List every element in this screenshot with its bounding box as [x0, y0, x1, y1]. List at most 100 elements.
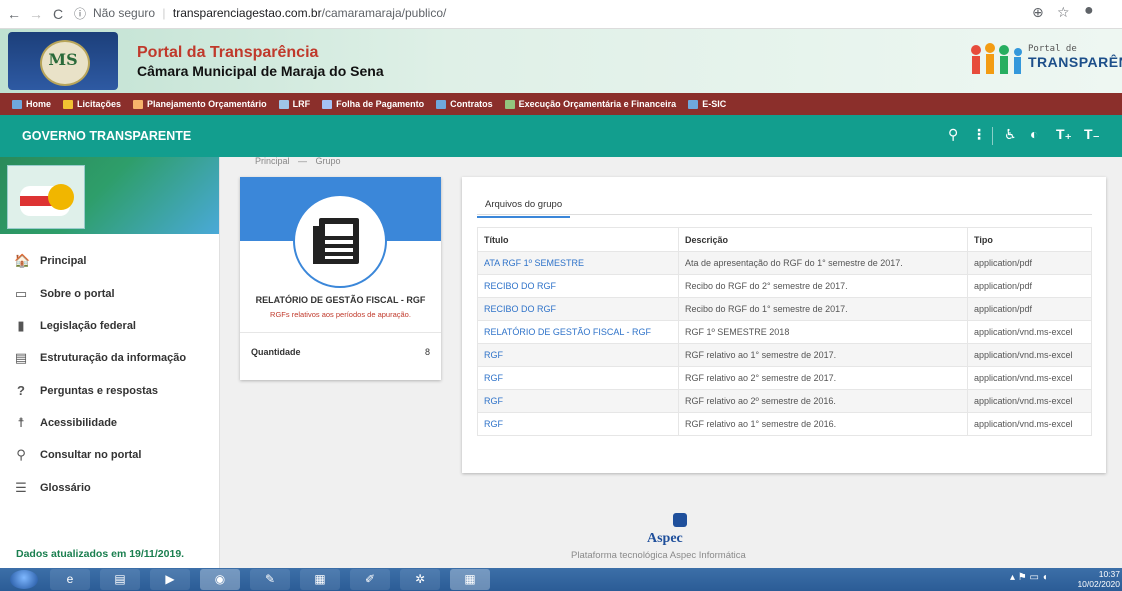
cell-description: RGF relativo ao 1° semestre de 2016. [678, 412, 968, 436]
zoom-icon[interactable]: ⊕ [1032, 4, 1044, 21]
footer-brand[interactable]: Aspec [647, 531, 683, 547]
menu-item-3[interactable]: LRF [278, 99, 310, 109]
contrast-icon[interactable]: ◐ [1030, 126, 1038, 142]
table-row[interactable]: RECIBO DO RGF Recibo do RGF do 2° semestr… [477, 274, 1092, 298]
card-divider [240, 332, 441, 333]
info-icon[interactable]: ⓘ [70, 4, 90, 24]
cell-title[interactable]: RGF [477, 366, 679, 390]
cell-type: application/vnd.ms-excel [967, 366, 1092, 390]
menu-item-6[interactable]: Execução Orçamentária e Financeira [504, 99, 676, 109]
cell-type: application/vnd.ms-excel [967, 320, 1092, 344]
start-button[interactable] [10, 570, 38, 589]
sidebar-item-2[interactable]: ▮ Legislação federal [14, 318, 136, 334]
transparencia-logo[interactable]: Portal de TRANSPARÊNCIA [962, 30, 1122, 88]
aspec-emblem [660, 513, 700, 530]
chrome-icon[interactable]: ◉ [200, 569, 240, 590]
os-taskbar: e ▤ ▶ ◉ ✎ ▦ ✐ ✲ ▦ ▴ ⚑ ▭ ◖ 10:37 10/02/20… [0, 568, 1122, 591]
sidebar-item-label: Perguntas e respostas [40, 384, 158, 397]
cell-type: application/vnd.ms-excel [967, 389, 1092, 413]
table-row[interactable]: RGF RGF relativo ao 2° semestre de 2017. a… [477, 366, 1092, 390]
menu-label: Contratos [450, 99, 493, 109]
reload-icon[interactable]: C [48, 4, 68, 24]
notepad-icon[interactable]: ✐ [350, 569, 390, 590]
menu-label: Planejamento Orçamentário [147, 99, 267, 109]
sidebar-item-7[interactable]: ☰ Glossário [14, 480, 91, 496]
sidebar-item-5[interactable]: ☨ Acessibilidade [14, 415, 117, 431]
cell-title[interactable]: RECIBO DO RGF [477, 297, 679, 321]
cell-title[interactable]: RGF [477, 343, 679, 367]
menu-item-5[interactable]: Contratos [436, 99, 493, 109]
cell-description: Recibo do RGF do 2° semestre de 2017. [678, 274, 968, 298]
profile-icon[interactable]: ● [1084, 2, 1094, 20]
top-bar-title: GOVERNO TRANSPARENTE [22, 129, 192, 143]
cell-type: application/pdf [967, 251, 1092, 275]
municipal-crest-logo[interactable]: MS [8, 32, 118, 90]
table-row[interactable]: RGF RGF relativo ao 1° semestre de 2016. a… [477, 412, 1092, 436]
spreadsheet-icon[interactable]: ▦ [450, 569, 490, 590]
sidebar-item-1[interactable]: ▭ Sobre o portal [14, 286, 115, 302]
search-icon: ⚲ [16, 447, 26, 462]
system-tray[interactable]: ▴ ⚑ ▭ ◖ [1010, 572, 1048, 583]
star-icon[interactable]: ☆ [1057, 4, 1070, 21]
sidebar-item-0[interactable]: 🏠 Principal [14, 253, 86, 269]
sidebar-emblem[interactable] [7, 165, 85, 229]
help-icon: ? [17, 383, 25, 398]
table-row[interactable]: RGF RGF relativo ao 2º semestre de 2016. a… [477, 389, 1092, 413]
sidebar-item-4[interactable]: ? Perguntas e respostas [14, 383, 158, 398]
menu-icon [688, 99, 699, 109]
menu-item-2[interactable]: Planejamento Orçamentário [133, 99, 267, 109]
menu-item-7[interactable]: E-SIC [688, 99, 726, 109]
sidebar-item-6[interactable]: ⚲ Consultar no portal [14, 447, 141, 463]
table-row[interactable]: RELATÓRIO DE GESTÃO FISCAL - RGF RGF 1º S… [477, 320, 1092, 344]
sidebar-item-label: Sobre o portal [40, 288, 115, 300]
table-row[interactable]: RECIBO DO RGF Recibo do RGF do 1° semestr… [477, 297, 1092, 321]
files-panel: Arquivos do grupo Título Descrição Tipo … [462, 177, 1106, 473]
column-header-titulo[interactable]: Título [477, 227, 679, 252]
ie-icon[interactable]: e [50, 569, 90, 590]
cell-type: application/vnd.ms-excel [967, 412, 1092, 436]
menu-label: Licitações [77, 99, 122, 109]
media-icon[interactable]: ▶ [150, 569, 190, 590]
cell-description: RGF relativo ao 2º semestre de 2016. [678, 389, 968, 413]
document-circle [293, 194, 387, 288]
cell-title[interactable]: RGF [477, 389, 679, 413]
files-table: Título Descrição Tipo ATA RGF 1º SEMESTR… [477, 227, 1092, 436]
more-icon[interactable]: ⋮ [972, 126, 986, 143]
cell-description: RGF 1º SEMESTRE 2018 [678, 320, 968, 344]
clock[interactable]: 10:37 10/02/2020 [1074, 569, 1120, 589]
folder-icon: ▭ [14, 286, 28, 301]
sidebar-item-3[interactable]: ▤ Estruturação da informação [14, 350, 186, 366]
forward-icon[interactable]: → [26, 4, 46, 24]
calculator-icon[interactable]: ▦ [300, 569, 340, 590]
url-host: transparenciagestao.com.br [172, 6, 322, 20]
menu-item-1[interactable]: Licitações [63, 99, 121, 109]
column-header-descricao[interactable]: Descrição [678, 227, 968, 252]
tab-arquivos-do-grupo[interactable]: Arquivos do grupo [477, 199, 571, 218]
explorer-icon[interactable]: ▤ [100, 569, 140, 590]
back-icon[interactable]: ← [4, 4, 24, 24]
paint-icon[interactable]: ✎ [250, 569, 290, 590]
accessibility-icon[interactable]: ♿ [1004, 126, 1017, 143]
cell-title[interactable]: RECIBO DO RGF [477, 274, 679, 298]
cell-title[interactable]: RELATÓRIO DE GESTÃO FISCAL - RGF [477, 320, 679, 344]
table-row[interactable]: RGF RGF relativo ao 1° semestre de 2017. a… [477, 343, 1092, 367]
cell-description: RGF relativo ao 1° semestre de 2017. [678, 343, 968, 367]
search-icon[interactable]: ⚲ [948, 126, 958, 143]
app-icon[interactable]: ✲ [400, 569, 440, 590]
menu-item-0[interactable]: Home [12, 99, 51, 109]
address-bar[interactable]: Não seguro | transparenciagestao.com.br/… [93, 6, 446, 20]
breadcrumb-home[interactable]: Principal [255, 156, 290, 166]
column-header-tipo[interactable]: Tipo [967, 227, 1092, 252]
browser-toolbar: ← → C ⓘ Não seguro | transparenciagestao… [0, 0, 1122, 29]
home-icon: 🏠 [14, 253, 31, 268]
cell-description: Recibo do RGF do 1° semestre de 2017. [678, 297, 968, 321]
tab-underline [477, 214, 1092, 215]
font-decrease-icon[interactable]: T₋ [1084, 126, 1100, 143]
menu-item-4[interactable]: Folha de Pagamento [322, 99, 424, 109]
font-increase-icon[interactable]: T₊ [1056, 126, 1072, 143]
cell-title[interactable]: ATA RGF 1º SEMESTRE [477, 251, 679, 275]
people-icon [971, 43, 1022, 74]
cell-title[interactable]: RGF [477, 412, 679, 436]
table-row[interactable]: ATA RGF 1º SEMESTRE Ata de apresentação d… [477, 251, 1092, 275]
data-updated-text: Dados atualizados em 19/11/2019. [16, 548, 185, 560]
